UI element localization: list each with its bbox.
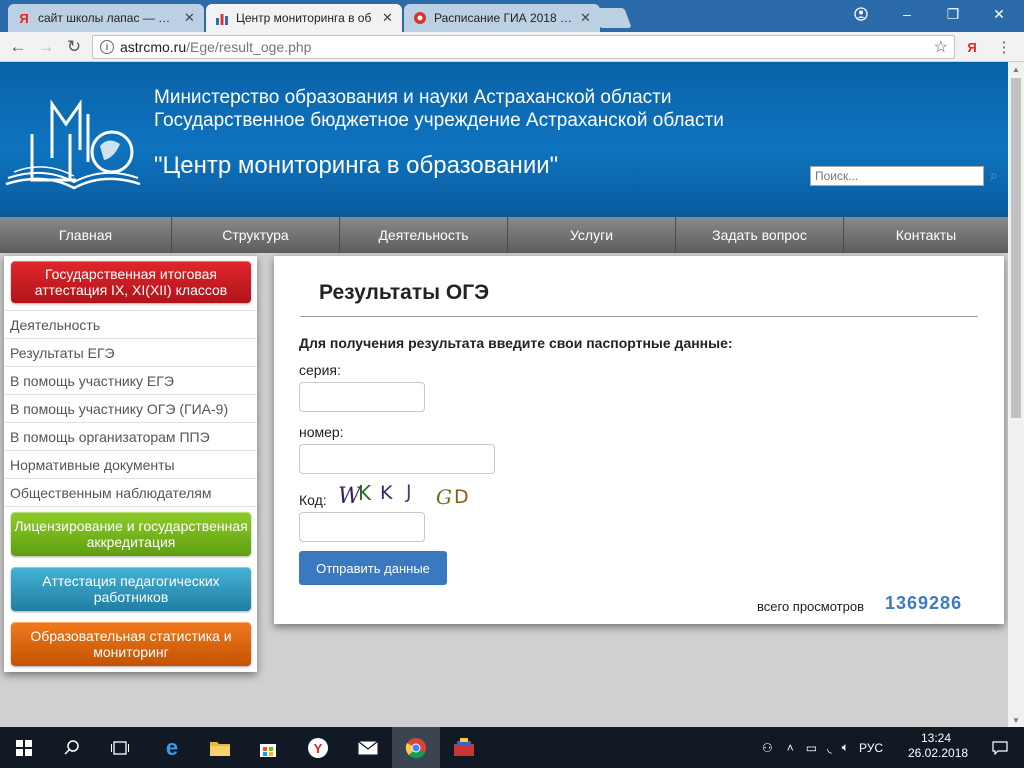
tab-title: Расписание ГИА 2018 / О [434, 11, 574, 25]
sidebar: Государственная итоговая аттестация IX, … [4, 256, 257, 672]
nav-item-home[interactable]: Главная [0, 217, 172, 253]
org-name-center: "Центр мониторинга в образовании" [154, 152, 559, 179]
main-navigation: Главная Структура Деятельность Услуги За… [0, 217, 1008, 253]
globe-icon [412, 10, 428, 26]
sidebar-button-attestation[interactable]: Аттестация педагогических работников [11, 567, 251, 611]
cmo-logo [5, 99, 141, 190]
views-counter: 1369286 [885, 593, 963, 613]
tab-title: Центр мониторинга в об [236, 11, 372, 25]
form-prompt: Для получения результата введите свои па… [299, 335, 733, 351]
svg-text:J: J [405, 481, 412, 503]
captcha-image: W K K J G D [338, 481, 469, 509]
tab-cmo[interactable]: Центр мониторинга в об ✕ [206, 4, 402, 32]
nav-item-ask-question[interactable]: Задать вопрос [676, 217, 844, 253]
chrome-icon[interactable] [392, 727, 440, 768]
scroll-up-icon[interactable]: ▲ [1008, 62, 1024, 76]
nav-item-services[interactable]: Услуги [508, 217, 676, 253]
mail-icon[interactable] [344, 727, 392, 768]
sidebar-button-statistics[interactable]: Образовательная статистика и мониторинг [11, 622, 251, 666]
browser-tab-strip: Я сайт школы лапас — Янд ✕ Центр монитор… [0, 0, 1024, 32]
address-bar[interactable]: i astrcmo.ru/Ege/result_oge.php ☆ [92, 35, 955, 59]
browser-toolbar: ← → ↻ i astrcmo.ru/Ege/result_oge.php ☆ … [0, 32, 1024, 62]
search-icon[interactable]: ⌕ [990, 167, 998, 184]
sidebar-item-ppe-organizers[interactable]: В помощь организаторам ППЭ [4, 422, 257, 450]
reload-icon[interactable]: ↻ [64, 37, 84, 57]
svg-text:G: G [436, 485, 452, 509]
people-icon[interactable]: ⚇ [762, 741, 773, 755]
notifications-icon[interactable] [976, 727, 1024, 768]
series-input[interactable] [299, 382, 425, 412]
sidebar-item-normative-docs[interactable]: Нормативные документы [4, 450, 257, 478]
web-page: Министерство образования и науки Астраха… [0, 62, 1024, 727]
sidebar-item-observers[interactable]: Общественным наблюдателям [4, 478, 257, 506]
site-header: Министерство образования и науки Астраха… [0, 62, 1008, 217]
windows-taskbar: e Y ⚇ ˄ ▭ ◟ 🔈︎ РУС 13:24 26.02.2018 [0, 727, 1024, 768]
chart-icon [214, 10, 230, 26]
sidebar-item-ege-help[interactable]: В помощь участнику ЕГЭ [4, 366, 257, 394]
language-indicator[interactable]: РУС [859, 741, 883, 755]
restore-icon[interactable]: ❐ [930, 0, 976, 28]
views-label: всего просмотров [757, 599, 864, 614]
task-view-icon[interactable] [96, 727, 144, 768]
window-close-icon[interactable]: ✕ [976, 0, 1022, 28]
number-label: номер: [299, 424, 344, 440]
tab-gia-schedule[interactable]: Расписание ГИА 2018 / О ✕ [404, 4, 600, 32]
sidebar-item-oge-help[interactable]: В помощь участнику ОГЭ (ГИА-9) [4, 394, 257, 422]
svg-text:K: K [380, 482, 393, 504]
clock[interactable]: 13:24 26.02.2018 [908, 731, 968, 761]
sidebar-button-licensing[interactable]: Лицензирование и государственная аккреди… [11, 512, 251, 556]
svg-text:D: D [454, 486, 469, 508]
winrar-icon[interactable] [440, 727, 488, 768]
close-icon[interactable]: ✕ [382, 10, 394, 26]
search-icon[interactable] [48, 727, 96, 768]
windows-start-icon[interactable] [0, 727, 48, 768]
yandex-extension-icon[interactable]: Я [962, 37, 982, 57]
wifi-icon[interactable]: ◟ [827, 741, 832, 755]
title-divider [300, 316, 978, 317]
svg-text:K: K [358, 481, 372, 505]
series-label: серия: [299, 362, 341, 378]
file-explorer-icon[interactable] [196, 727, 244, 768]
scroll-thumb[interactable] [1011, 78, 1021, 418]
svg-text:Y: Y [314, 741, 323, 756]
page-scrollbar[interactable]: ▲ ▼ [1008, 62, 1024, 727]
minimize-icon[interactable]: – [884, 0, 930, 28]
code-label: Код: [299, 492, 327, 508]
profile-icon[interactable] [838, 0, 884, 28]
submit-button[interactable]: Отправить данные [299, 551, 447, 585]
chevron-up-icon[interactable]: ˄ [787, 741, 794, 755]
tab-yandex[interactable]: Я сайт школы лапас — Янд ✕ [8, 4, 204, 32]
volume-icon[interactable]: 🔈︎ [842, 740, 849, 755]
sidebar-divider [4, 506, 257, 507]
network-icon[interactable]: ▭ [806, 741, 817, 755]
sidebar-item-activity[interactable]: Деятельность [4, 310, 257, 338]
page-title: Результаты ОГЭ [319, 281, 490, 304]
captcha-input[interactable] [299, 512, 425, 542]
close-icon[interactable]: ✕ [580, 10, 592, 26]
forward-arrow-icon[interactable]: → [36, 37, 56, 57]
store-icon[interactable] [244, 727, 292, 768]
edge-browser-icon[interactable]: e [148, 727, 196, 768]
bookmark-star-icon[interactable]: ☆ [934, 37, 948, 57]
nav-item-contacts[interactable]: Контакты [844, 217, 1008, 253]
scroll-down-icon[interactable]: ▼ [1008, 713, 1024, 727]
new-tab-button[interactable] [592, 8, 632, 28]
search-input[interactable] [810, 166, 984, 186]
results-panel: Результаты ОГЭ Для получения результата … [274, 256, 1004, 624]
menu-icon[interactable]: ⋮ [994, 37, 1014, 57]
info-icon[interactable]: i [100, 40, 114, 54]
sidebar-button-gia[interactable]: Государственная итоговая аттестация IX, … [11, 261, 251, 303]
org-name-ministry: Министерство образования и науки Астраха… [154, 87, 724, 131]
number-input[interactable] [299, 444, 495, 474]
yandex-browser-icon[interactable]: Y [294, 727, 342, 768]
nav-item-activity[interactable]: Деятельность [340, 217, 508, 253]
back-arrow-icon[interactable]: ← [8, 37, 28, 57]
nav-item-structure[interactable]: Структура [172, 217, 340, 253]
yandex-icon: Я [19, 10, 29, 26]
tab-title: сайт школы лапас — Янд [38, 11, 178, 25]
url-text[interactable]: astrcmo.ru/Ege/result_oge.php [120, 39, 311, 55]
close-icon[interactable]: ✕ [184, 10, 196, 26]
sidebar-item-ege-results[interactable]: Результаты ЕГЭ [4, 338, 257, 366]
